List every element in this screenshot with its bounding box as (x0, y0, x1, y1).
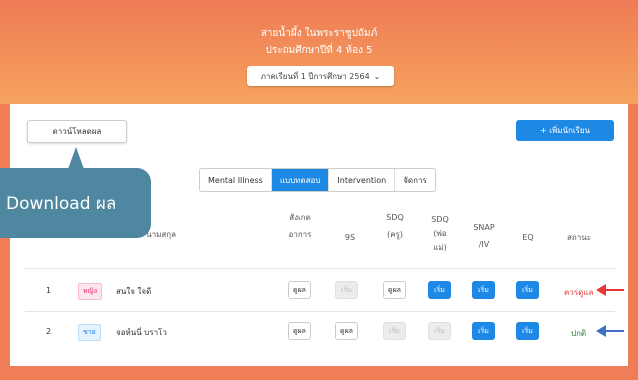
status-badge: ปกติ (571, 329, 587, 338)
row-divider (25, 311, 615, 312)
col-sdq-teacher: SDQ (ครู) (380, 212, 410, 240)
semester-label: ภาคเรียนที่ 1 ปีการศึกษา 2564 (260, 71, 370, 81)
col-sdq-p-line2: (พ่อ (433, 229, 447, 238)
student-name[interactable]: จอห์นนี่ บราโว (116, 326, 167, 339)
eq-start-button[interactable]: เริ่ม (516, 322, 539, 340)
col-sdq-t-line2: (ครู) (387, 230, 403, 239)
add-student-button[interactable]: + เพิ่มนักเรียน (516, 120, 614, 141)
gender-badge: หญิง (78, 283, 102, 300)
tab-bar: Mental Illness แบบทดสอบ Intervention จัด… (199, 168, 436, 192)
tab-tests[interactable]: แบบทดสอบ (271, 169, 330, 191)
row-number: 2 (46, 327, 52, 336)
col-eq: EQ (522, 233, 534, 242)
9s-view-button[interactable]: ดูผล (335, 322, 358, 340)
col-observe-line1: สังเกต (289, 213, 311, 222)
semester-select[interactable]: ภาคเรียนที่ 1 ปีการศึกษา 2564 ⌄ (247, 66, 394, 86)
col-sdq-t-line1: SDQ (386, 213, 404, 222)
col-snap: SNAP /IV (469, 222, 499, 250)
row-number: 1 (46, 286, 52, 295)
tab-mental-illness[interactable]: Mental Illness (200, 169, 272, 191)
col-sdq-p-line3: แม่) (433, 243, 447, 252)
student-name[interactable]: สนใจ ใจดี (116, 285, 151, 298)
school-name: สายน้ำผึ้ง ในพระราชูปถัมภ์ (260, 28, 378, 39)
col-9s: 9S (344, 233, 356, 242)
status-badge: ควรดูแล (564, 288, 594, 297)
sdq-parent-start-button[interactable]: เริ่ม (428, 281, 451, 299)
header-divider (25, 268, 615, 269)
9s-start-button[interactable]: เริ่ม (335, 281, 358, 299)
chevron-down-icon: ⌄ (373, 71, 381, 81)
col-observe: สังเกต อาการ (282, 212, 318, 240)
callout-pointer (68, 147, 84, 169)
col-snap-line1: SNAP (473, 223, 495, 232)
tab-intervention[interactable]: Intervention (329, 169, 396, 191)
eq-start-button[interactable]: เริ่ม (516, 281, 539, 299)
tab-manage[interactable]: จัดการ (395, 169, 435, 191)
col-observe-line2: อาการ (288, 230, 312, 239)
col-status: สถานะ (567, 233, 591, 242)
download-results-button[interactable]: ดาวน์โหลดผล (27, 120, 127, 143)
sdq-teacher-start-button[interactable]: เริ่ม (383, 322, 406, 340)
gender-badge: ชาย (78, 324, 101, 341)
observe-view-button[interactable]: ดูผล (288, 322, 311, 340)
col-snap-line2: /IV (478, 240, 490, 249)
snap-start-button[interactable]: เริ่ม (472, 281, 495, 299)
observe-view-button[interactable]: ดูผล (288, 281, 311, 299)
class-name: ประถมศึกษาปีที่ 4 ห้อง 5 (265, 45, 373, 56)
sdq-teacher-view-button[interactable]: ดูผล (383, 281, 406, 299)
download-callout: Download ผล (0, 168, 151, 238)
col-sdq-parent: SDQ (พ่อ แม่) (425, 214, 455, 253)
red-arrowhead-icon (596, 284, 606, 296)
col-sdq-p-line1: SDQ (431, 215, 449, 224)
snap-start-button[interactable]: เริ่ม (472, 322, 495, 340)
sdq-parent-start-button[interactable]: เริ่ม (428, 322, 451, 340)
blue-arrowhead-icon (596, 325, 606, 337)
